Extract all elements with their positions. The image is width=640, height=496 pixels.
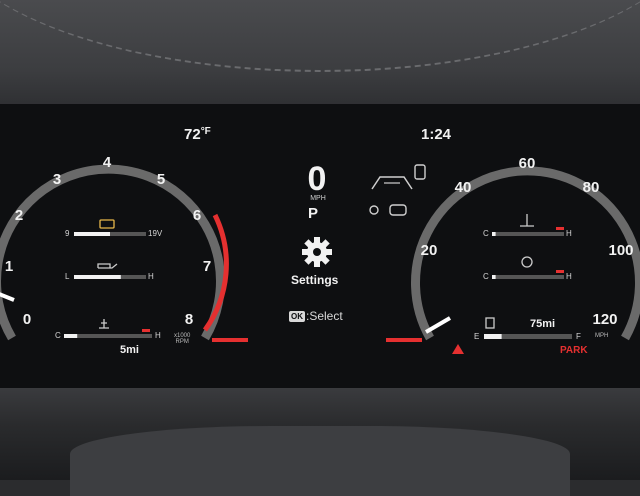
tach-tick-0: 0	[22, 311, 32, 328]
battery-high-label: 19V	[148, 229, 163, 238]
oil-temp-gauge	[492, 214, 564, 236]
select-hint-text: :Select	[306, 309, 343, 323]
fuel-pump-icon	[485, 317, 495, 329]
tach-tick-5: 5	[156, 171, 166, 188]
digital-speed: 0	[307, 160, 327, 198]
battery-icon	[99, 219, 115, 229]
tach-unit: x1000 RPM	[174, 333, 190, 345]
trans-temp-gauge	[492, 256, 564, 279]
settings-menu-label[interactable]: Settings	[291, 273, 338, 287]
driver-assist-icon	[369, 204, 407, 216]
tach-tick-2: 2	[14, 207, 24, 224]
speedo-tick-20: 20	[420, 242, 438, 259]
trans-temp-high-label: H	[566, 272, 572, 281]
coolant-low-label: C	[55, 331, 61, 340]
oil-pressure-low-label: L	[65, 272, 70, 281]
trans-temp-icon	[521, 256, 533, 268]
oil-pressure-gauge	[74, 263, 146, 279]
parking-brake-icon	[452, 344, 464, 354]
tach-tick-3: 3	[52, 171, 62, 188]
ok-key-badge: OK	[289, 311, 305, 322]
park-indicator: PARK	[560, 345, 588, 356]
speedo-tick-80: 80	[582, 179, 600, 196]
temperature-unit: °F	[200, 126, 211, 137]
outside-temperature: 72°F	[184, 126, 211, 143]
speedo-tick-60: 60	[518, 155, 536, 172]
trans-temp-low-label: C	[483, 272, 489, 281]
oil-temp-icon	[520, 214, 534, 227]
tach-tick-1: 1	[4, 258, 14, 275]
select-hint: OK:Select	[289, 309, 343, 323]
oil-can-icon	[97, 263, 118, 269]
speedo-tick-100: 100	[608, 242, 634, 259]
battery-gauge	[74, 219, 146, 236]
tach-unit-line2: RPM	[175, 339, 189, 345]
tach-tick-6: 6	[192, 207, 202, 224]
speedo-tick-120: 120	[592, 311, 618, 328]
oil-temp-low-label: C	[483, 229, 489, 238]
fuel-range: 75mi	[530, 318, 556, 330]
lane-departure-icon	[371, 176, 413, 190]
battery-low-label: 9	[65, 229, 70, 238]
oil-pressure-high-label: H	[148, 272, 154, 281]
speed-unit: MPH	[310, 195, 326, 202]
speedo-unit: MPH	[595, 333, 609, 339]
temperature-value: 72	[184, 126, 201, 143]
tach-tick-8: 8	[184, 311, 194, 328]
fuel-empty-label: E	[474, 332, 480, 341]
oil-temp-high-label: H	[566, 229, 572, 238]
coolant-high-label: H	[155, 331, 161, 340]
gear-icon-slot[interactable]	[302, 237, 332, 267]
tach-tick-7: 7	[202, 258, 212, 275]
fuel-gauge	[484, 317, 572, 339]
clock: 1:24	[421, 126, 452, 143]
trip-distance: 5mi	[120, 344, 139, 356]
fuel-full-label: F	[576, 332, 581, 341]
speedometer-needle	[424, 316, 452, 334]
speedo-tick-40: 40	[454, 179, 472, 196]
seatbelt-icon	[414, 164, 426, 180]
coolant-icon	[99, 319, 109, 329]
gear-indicator: P	[308, 205, 319, 222]
coolant-gauge	[64, 319, 152, 338]
tach-tick-4: 4	[102, 154, 112, 171]
